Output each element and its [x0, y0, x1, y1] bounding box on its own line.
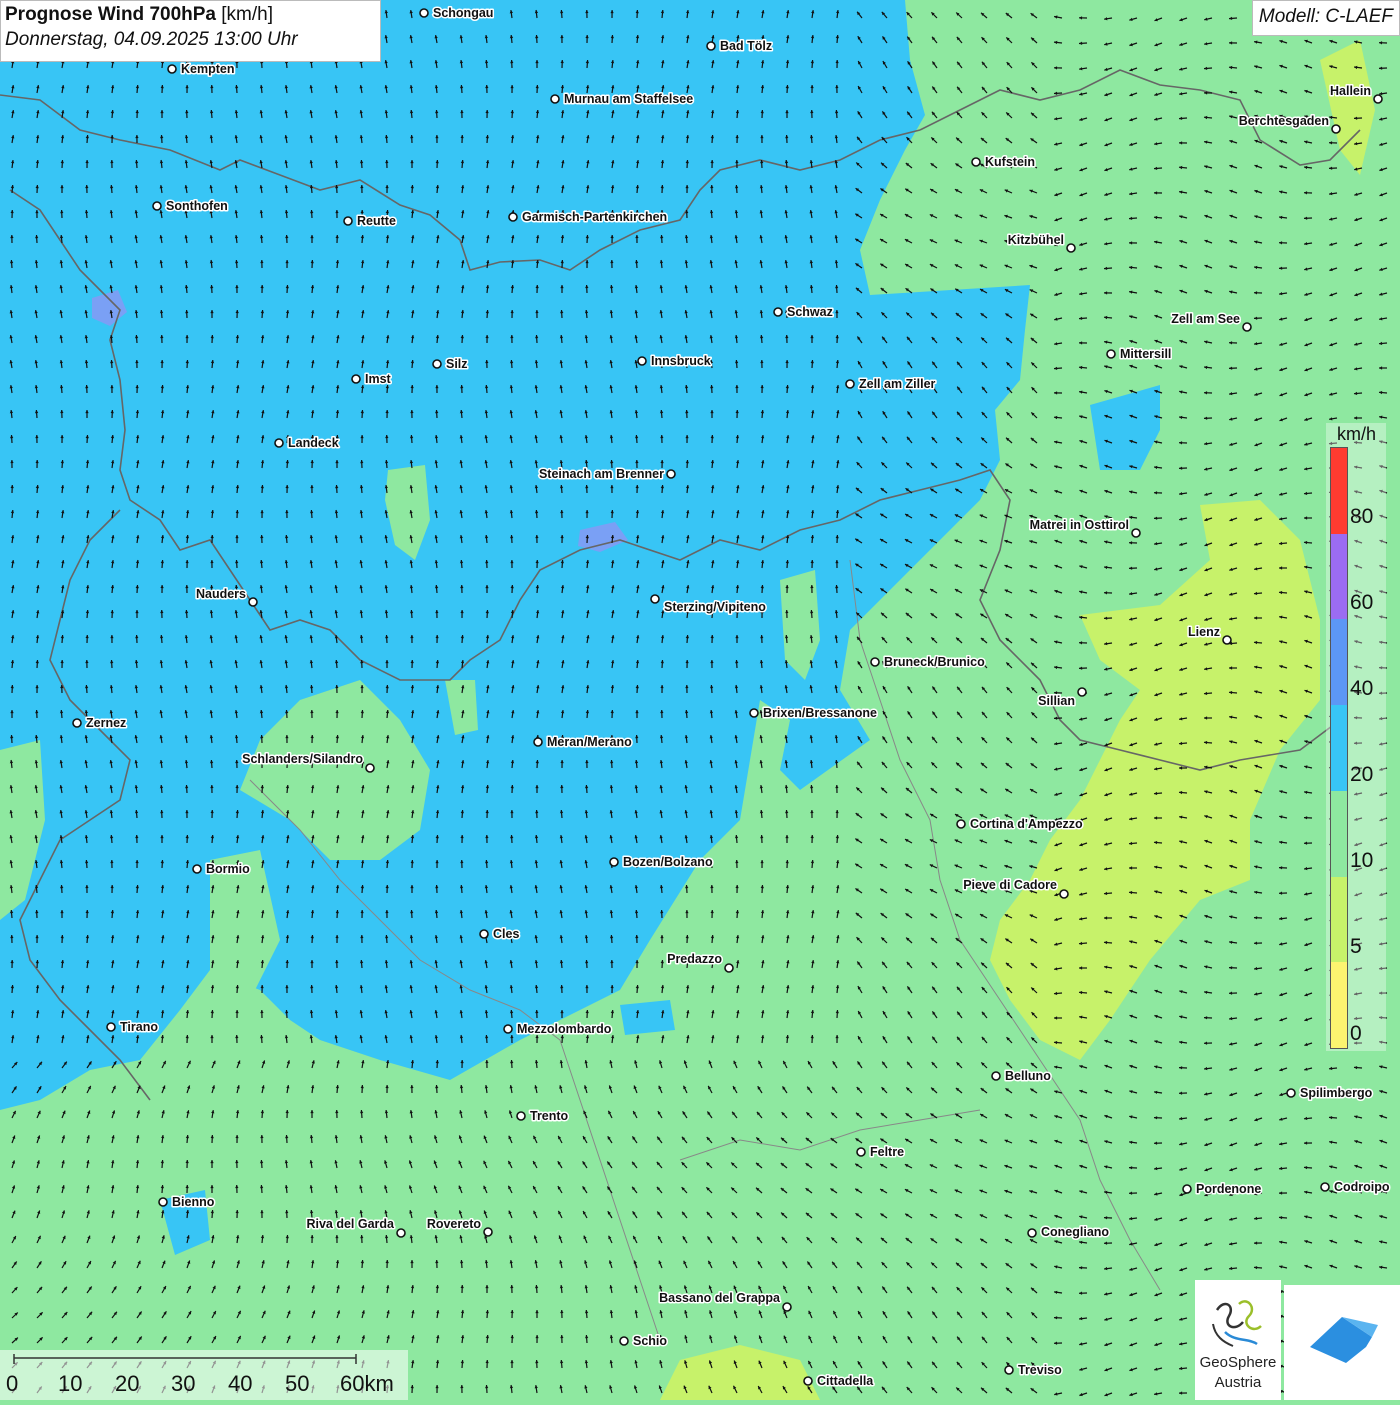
wind-field-20-40-patch [620, 1000, 675, 1035]
wind-map: SchongauBad TölzKemptenMurnau am Staffel… [0, 0, 1400, 1400]
